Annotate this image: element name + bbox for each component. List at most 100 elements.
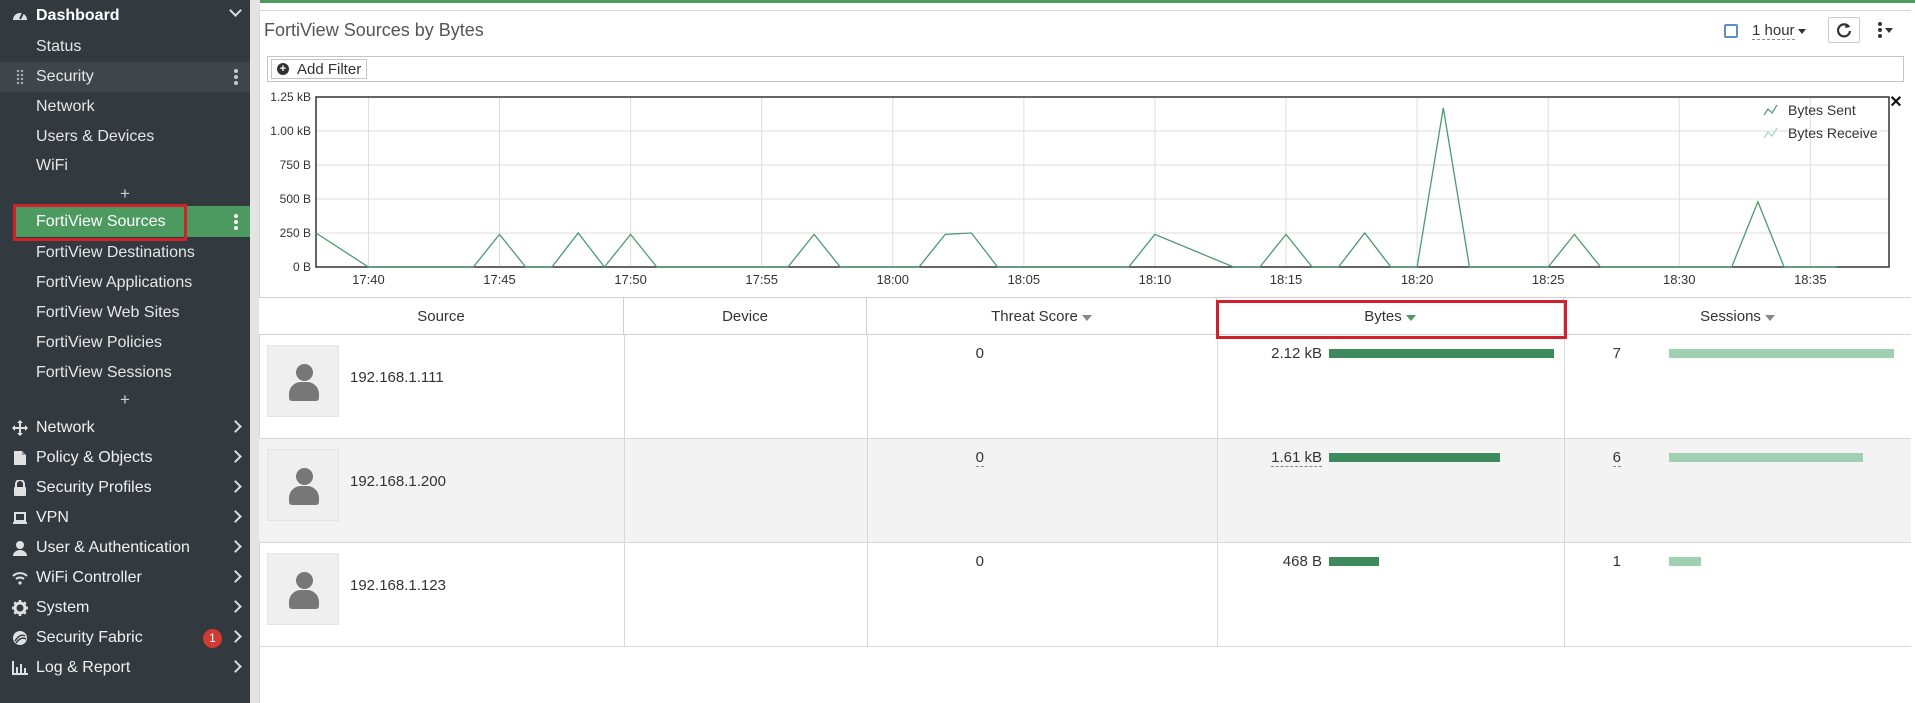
x-tick-label: 18:25 [1532, 272, 1565, 287]
sidebar-item-label: FortiView Destinations [36, 244, 195, 261]
sidebar-item-label: FortiView Sessions [36, 364, 172, 381]
x-tick-label: 18:10 [1139, 272, 1172, 287]
legend-label: Bytes Sent [1788, 102, 1856, 118]
sidebar-subitem-users-devices[interactable]: Users & Devices [0, 122, 250, 152]
page-title: FortiView Sources by Bytes [264, 20, 484, 40]
sessions-bar [1669, 349, 1894, 358]
avatar [267, 345, 339, 417]
x-tick-label: 18:30 [1663, 272, 1696, 287]
app-window: Dashboard Status Security Network Users … [0, 0, 1915, 703]
sidebar-item-label: Security [36, 68, 94, 85]
add-fortiview-button[interactable]: + [0, 390, 250, 410]
sidebar-item-wifi-controller[interactable]: WiFi Controller [0, 563, 250, 593]
sidebar-subitem-fortiview-sessions[interactable]: FortiView Sessions [0, 358, 250, 388]
sidebar-item-label: WiFi [36, 157, 68, 174]
column-header-threat-score[interactable]: Threat Score [867, 298, 1217, 334]
x-tick-label: 18:15 [1270, 272, 1303, 287]
table-row[interactable]: 192.168.1.200 0 1.61 kB 6 [259, 439, 1911, 543]
chevron-right-icon [229, 600, 242, 613]
y-tick-label: 1.25 kB [270, 90, 311, 104]
sidebar-item-security-fabric[interactable]: Security Fabric 1 [0, 623, 250, 653]
lock-icon [11, 480, 29, 496]
more-options-icon[interactable] [234, 214, 238, 230]
chevron-down-icon [229, 4, 242, 17]
chevron-right-icon [229, 480, 242, 493]
sidebar-item-label: Security Fabric [36, 629, 143, 646]
source-ip: 192.168.1.123 [350, 577, 446, 594]
sidebar-subitem-network[interactable]: Network [0, 92, 250, 122]
source-ip: 192.168.1.111 [350, 369, 444, 386]
sidebar-item-label: Log & Report [36, 659, 131, 676]
filter-bar[interactable]: + Add Filter [267, 56, 1904, 82]
threat-score: 0 [975, 553, 984, 570]
legend-swatch [1763, 127, 1778, 139]
column-label: Sessions [1700, 307, 1761, 325]
sessions-value: 1 [1612, 553, 1621, 570]
sidebar-item-label: Security Profiles [36, 479, 152, 496]
sidebar-item-label: Network [36, 98, 95, 115]
sidebar-item-log-report[interactable]: Log & Report [0, 653, 250, 683]
sidebar-subitem-status[interactable]: Status [0, 32, 250, 62]
sidebar-item-policy-objects[interactable]: Policy & Objects [0, 443, 250, 473]
legend-label: Bytes Receive [1788, 125, 1878, 141]
laptop-icon [11, 510, 29, 526]
sidebar-item-label: FortiView Applications [36, 274, 193, 291]
sidebar-item-label: Users & Devices [36, 128, 155, 145]
column-header-source[interactable]: Source [259, 298, 624, 334]
highlight-box [13, 204, 187, 241]
sidebar-item-vpn[interactable]: VPN [0, 503, 250, 533]
time-range-select[interactable]: 1 hour [1724, 20, 1806, 42]
chevron-right-icon [229, 510, 242, 523]
table-header: Source Device Threat Score Bytes Session… [259, 297, 1911, 335]
x-tick-label: 17:45 [483, 272, 516, 287]
legend-swatch [1763, 104, 1778, 116]
y-tick-label: 500 B [280, 192, 311, 206]
x-tick-label: 18:35 [1794, 272, 1827, 287]
sidebar-item-label: User & Authentication [36, 539, 190, 556]
table-row[interactable]: 192.168.1.123 0 468 B 1 [259, 543, 1911, 647]
sidebar-subitem-fortiview-web-sites[interactable]: FortiView Web Sites [0, 298, 250, 328]
refresh-button[interactable] [1828, 17, 1860, 43]
user-icon [11, 540, 29, 556]
refresh-icon [1836, 23, 1852, 38]
sidebar-item-dashboard[interactable]: Dashboard [0, 0, 250, 32]
drag-handle-icon[interactable] [16, 69, 24, 85]
more-actions-button[interactable] [1868, 17, 1902, 43]
sessions-bar [1669, 557, 1701, 566]
more-options-icon[interactable] [234, 69, 238, 85]
wifi-icon [11, 570, 29, 586]
time-range-label: 1 hour [1752, 22, 1795, 40]
x-tick-label: 17:40 [352, 272, 385, 287]
caret-down-icon [1797, 28, 1806, 34]
chevron-right-icon [229, 570, 242, 583]
sidebar-item-label: Policy & Objects [36, 449, 153, 466]
bytes-bar [1329, 349, 1554, 358]
table-row[interactable]: 192.168.1.111 0 2.12 kB 7 [259, 335, 1911, 439]
sidebar-item-label: System [36, 599, 90, 616]
add-dashboard-button[interactable]: + [0, 184, 250, 204]
sidebar-item-security-profiles[interactable]: Security Profiles [0, 473, 250, 503]
x-tick-label: 18:05 [1008, 272, 1041, 287]
sidebar-item-user-authentication[interactable]: User & Authentication [0, 533, 250, 563]
notification-badge: 1 [203, 629, 222, 648]
sidebar-item-label: WiFi Controller [36, 569, 142, 586]
threat-score: 0 [975, 345, 984, 362]
sidebar-subitem-fortiview-destinations[interactable]: FortiView Destinations [0, 238, 250, 268]
sidebar-subitem-security[interactable]: Security [0, 62, 250, 92]
add-filter-label: Add Filter [297, 60, 362, 78]
x-tick-label: 17:55 [745, 272, 778, 287]
sessions-value: 6 [1612, 449, 1621, 467]
sidebar-item-label: FortiView Policies [36, 334, 162, 351]
sidebar-subitem-fortiview-policies[interactable]: FortiView Policies [0, 328, 250, 358]
column-header-sessions[interactable]: Sessions [1564, 298, 1911, 334]
plot-frame [315, 96, 1890, 268]
sidebar-item-label: VPN [36, 509, 69, 526]
sidebar-subitem-wifi[interactable]: WiFi [0, 151, 250, 181]
highlight-box [1216, 300, 1567, 339]
sort-icon [1081, 314, 1092, 321]
sidebar-item-system[interactable]: System [0, 593, 250, 623]
add-filter-button[interactable]: + Add Filter [271, 59, 368, 79]
sidebar-item-network[interactable]: Network [0, 413, 250, 443]
column-header-device[interactable]: Device [624, 298, 867, 334]
sidebar-subitem-fortiview-applications[interactable]: FortiView Applications [0, 268, 250, 298]
